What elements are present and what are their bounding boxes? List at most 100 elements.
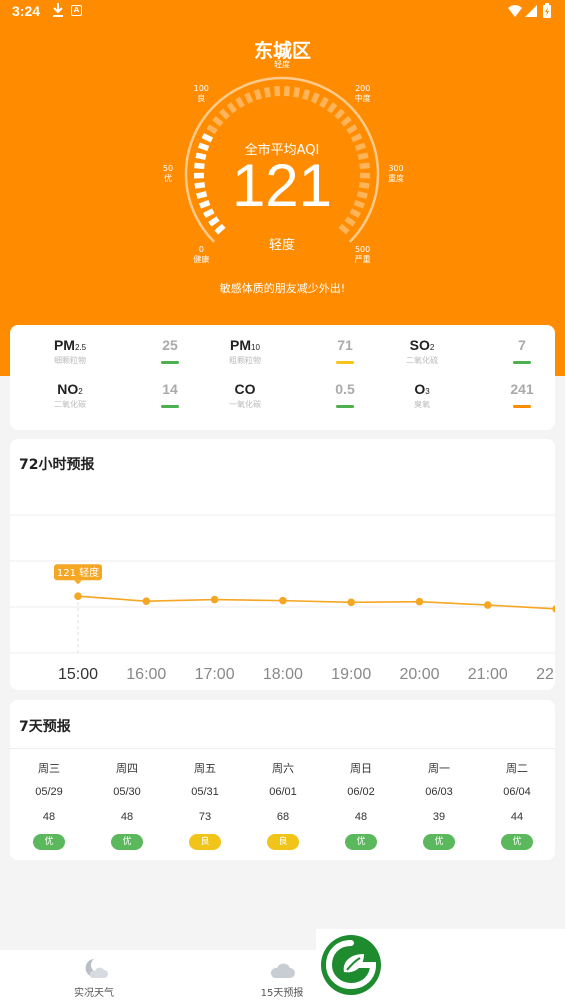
gauge-segment	[219, 108, 230, 120]
gauge-scale-value: 100	[193, 83, 209, 93]
status-time: 3:24	[12, 3, 41, 19]
gauge-segment	[338, 223, 350, 235]
pollutant-level-bar	[513, 405, 531, 408]
forecast-day[interactable]: 周六 06/01 68 良	[244, 758, 322, 858]
day-name: 周五	[194, 762, 216, 775]
forecast-day[interactable]: 周二 06/04 44 优	[478, 758, 556, 858]
nav-tab-live-weather[interactable]: 实况天气	[34, 950, 154, 1004]
pollutant-level-bar	[161, 361, 179, 364]
day-date: 06/01	[269, 786, 297, 798]
gauge-segment	[212, 116, 224, 127]
forecast-day[interactable]: 周五 05/31 73 良	[166, 758, 244, 858]
day-name: 周日	[350, 762, 372, 775]
chart-point	[142, 597, 151, 605]
day-date: 06/04	[503, 786, 531, 798]
day-aqi: 68	[276, 811, 290, 823]
gauge-segment	[334, 108, 345, 120]
chart-x-tick: 16:00	[126, 666, 166, 683]
day-level-badge: 良	[189, 834, 221, 850]
pollutant-item[interactable]: NO2 二氧化碳 14	[10, 381, 190, 421]
day-name: 周二	[506, 762, 528, 775]
day-aqi: 73	[198, 811, 212, 823]
gauge-scale-name: 良	[197, 93, 206, 103]
pollutant-name: CO	[234, 381, 256, 397]
gauge-segment	[244, 92, 254, 104]
chart-tooltip-arrow	[74, 580, 82, 585]
gauge-segment	[326, 102, 338, 114]
gauge-scale-label: 500 严重	[343, 245, 383, 265]
pollutant-desc: 一氧化碳	[229, 400, 261, 409]
day-level-badge: 优	[345, 834, 377, 850]
pollutant-item[interactable]: CO 一氧化碳 0.5	[185, 381, 365, 421]
day-name: 周一	[428, 762, 450, 775]
gauge-scale-label: 100 良	[181, 84, 221, 104]
status-bar: 3:24 A	[0, 0, 565, 24]
gauge-scale-value: 150	[274, 50, 290, 59]
gauge-segment	[340, 116, 352, 127]
forecast-day[interactable]: 周日 06/02 48 优	[322, 758, 400, 858]
pollutant-item[interactable]: PM2.5 细颗粒物 25	[10, 337, 190, 377]
day-level-badge: 优	[501, 834, 533, 850]
pollutant-card: PM2.5 细颗粒物 25 PM10 粗颗粒物 71 SO2 二氧化硫 7 NO…	[10, 325, 555, 430]
forecast-day[interactable]: 周三 05/29 48 优	[10, 758, 88, 858]
day-level-badge: 优	[111, 834, 143, 850]
moon-cloud-icon	[85, 959, 108, 978]
forecast-72h-chart[interactable]: 15:00 16:00 17:00 18:00 19:00 20:00 21:00 22:00…	[10, 479, 555, 690]
wifi-icon	[508, 5, 522, 17]
chart-point	[210, 595, 219, 604]
pollutant-desc: 臭氧	[414, 400, 430, 409]
pollutant-level-bar	[513, 361, 531, 364]
bottom-nav: 实况天气 15天预报	[0, 950, 565, 1004]
forecast-day[interactable]: 周一 06/03 39 优	[400, 758, 478, 858]
chart-x-tick: 17:00	[195, 666, 235, 683]
forecast-72h-title: 72小时预报	[19, 457, 95, 473]
gauge-scale-label: 200 中度	[343, 84, 383, 104]
pollutant-item[interactable]: SO2 二氧化硫 7	[362, 337, 542, 377]
gauge-segment	[293, 86, 301, 98]
gauge-segment	[302, 88, 311, 101]
health-advice: 敏感体质的朋友减少外出!	[219, 282, 346, 295]
app-logo[interactable]	[320, 934, 382, 996]
chart-tooltip: 121 轻度	[57, 566, 99, 579]
gauge-scale-value: 0	[198, 244, 204, 254]
chart-x-tick: 22:00	[536, 666, 555, 683]
signal-icon	[525, 5, 537, 17]
day-date: 05/31	[191, 786, 219, 798]
forecast-72h-card: 72小时预报 15:00 16:00 17:00 18:00 19:00 20:00 21:…	[10, 439, 555, 690]
gauge-scale-value: 200	[355, 83, 371, 93]
pollutant-name: O3	[414, 381, 430, 397]
gauge-scale-name: 严重	[354, 254, 371, 264]
cloud-icon	[270, 963, 295, 978]
day-level-badge: 良	[267, 834, 299, 850]
gauge-segment	[214, 223, 226, 235]
gauge-segment	[235, 96, 245, 109]
chart-point	[74, 592, 82, 601]
chart-point	[415, 597, 424, 606]
pollutant-item[interactable]: PM10 粗颗粒物 71	[185, 337, 365, 377]
day-aqi: 48	[120, 811, 134, 823]
pollutant-item[interactable]: O3 臭氧 241	[362, 381, 542, 421]
pollutant-level-bar	[336, 405, 354, 408]
day-name: 周三	[38, 762, 60, 775]
pollutant-name: PM10	[230, 337, 260, 353]
day-aqi: 48	[354, 811, 368, 823]
forecast-day[interactable]: 周四 05/30 48 优	[88, 758, 166, 858]
gauge-scale-label: 150 轻度	[262, 50, 302, 70]
chart-x-tick: 18:00	[263, 666, 303, 683]
gauge-segment	[344, 216, 356, 227]
gauge-segment	[346, 124, 358, 135]
day-date: 05/30	[113, 786, 141, 798]
aqi-value: 121	[231, 152, 333, 219]
gauge-scale-name: 中度	[354, 93, 371, 103]
gauge-scale-name: 轻度	[274, 60, 290, 69]
pollutant-desc: 粗颗粒物	[229, 356, 261, 365]
gauge-segment	[263, 86, 271, 98]
gauge-segment	[201, 133, 214, 143]
aqi-level: 轻度	[268, 238, 295, 253]
gauge-segment	[197, 142, 210, 152]
chart-point	[552, 605, 555, 613]
forecast-7d-card: 7天预报 周三 05/29 48 优 周四 05/30 48 优 周五 05/31 73 良 周六 06/…	[10, 700, 555, 860]
gauge-scale-name: 健康	[193, 254, 210, 264]
pollutant-level-bar	[336, 361, 354, 364]
chart-x-tick: 19:00	[331, 666, 371, 683]
